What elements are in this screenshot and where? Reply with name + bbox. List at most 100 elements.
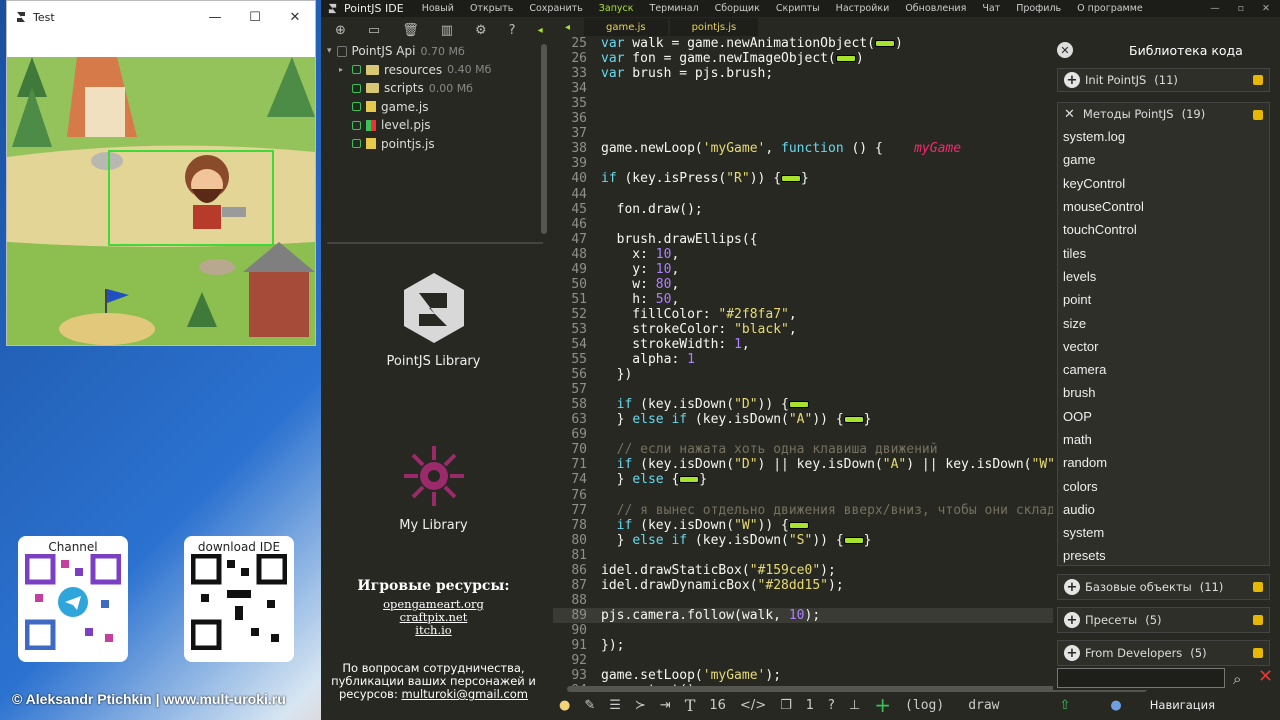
menu-item[interactable]: Сохранить	[529, 3, 582, 14]
method-item[interactable]: touchControl	[1058, 218, 1269, 241]
tab-game-js[interactable]: game.js	[584, 18, 668, 36]
method-item[interactable]: keyControl	[1058, 172, 1269, 195]
new-file-icon[interactable]: ⊕	[335, 23, 346, 38]
line-number: 35	[571, 96, 587, 112]
tree-item-pjs[interactable]: level.pjs	[321, 116, 546, 135]
navigation-button[interactable]: Навигация	[1150, 698, 1215, 712]
tab-scroll-left-icon[interactable]: ◂	[553, 18, 582, 36]
line-number: 70	[571, 442, 587, 458]
menu-item[interactable]: Обновления	[905, 3, 966, 14]
method-item[interactable]: system.log	[1058, 125, 1269, 148]
pin-icon[interactable]: ⊥	[849, 698, 860, 713]
theme-toggle-icon[interactable]: ●	[559, 698, 570, 713]
library-group[interactable]: + From Developers (5)	[1057, 640, 1270, 666]
method-item[interactable]: math	[1058, 428, 1269, 451]
my-library-block[interactable]: My Library	[321, 438, 546, 533]
download-qr-card[interactable]: download IDE	[184, 536, 294, 662]
tree-item-folder[interactable]: ▸ resources 0.40 Мб	[321, 61, 546, 80]
code-library-panel: ✕ Библиотека кода + Init PointJS (11) ✕ …	[1053, 36, 1280, 690]
method-item[interactable]: size	[1058, 311, 1269, 334]
edit-icon[interactable]: ✎	[584, 698, 595, 713]
windows-icon[interactable]: ❐	[780, 698, 792, 713]
book-icon[interactable]: ▥	[441, 23, 453, 38]
method-item[interactable]: tiles	[1058, 241, 1269, 264]
maximize-button[interactable]: ☐	[235, 1, 275, 33]
method-item[interactable]: OOP	[1058, 405, 1269, 428]
method-item[interactable]: audio	[1058, 498, 1269, 521]
code-text: var fon = game.newImageObject()	[601, 51, 864, 67]
code-text: // если нажата хоть одна клавиша движени…	[616, 442, 938, 458]
menu-item[interactable]: Сборщик	[715, 3, 760, 14]
ide-maximize-button[interactable]: ▫	[1238, 3, 1244, 14]
method-item[interactable]: point	[1058, 288, 1269, 311]
library-group[interactable]: + Пресеты (5)	[1057, 607, 1270, 633]
align-icon[interactable]: ⇥	[660, 698, 671, 713]
close-library-icon[interactable]: ✕	[1057, 42, 1073, 58]
menu-item[interactable]: Скрипты	[776, 3, 820, 14]
help-icon[interactable]: ?	[509, 23, 516, 38]
terminal-log-icon[interactable]: ≻	[635, 698, 646, 713]
method-item[interactable]: colors	[1058, 474, 1269, 497]
group-init-pointjs[interactable]: + Init PointJS (11)	[1057, 68, 1270, 92]
new-folder-icon[interactable]: ▭	[368, 23, 380, 38]
search-word[interactable]: draw	[968, 698, 999, 713]
contact-email-link[interactable]: multuroki@gmail.com	[401, 687, 528, 701]
expand-plus-icon: +	[1064, 645, 1080, 661]
library-group[interactable]: + Базовые объекты (11)	[1057, 574, 1270, 600]
method-item[interactable]: camera	[1058, 358, 1269, 381]
tab-pointjs-js[interactable]: pointjs.js	[669, 18, 759, 36]
add-icon[interactable]: +	[874, 693, 891, 717]
menu-item[interactable]: Новый	[422, 3, 454, 14]
method-item[interactable]: game	[1058, 148, 1269, 171]
microphone-icon[interactable]: ●	[1110, 698, 1121, 713]
method-item[interactable]: system	[1058, 521, 1269, 544]
pointjs-library-block[interactable]: PointJS Library	[321, 268, 546, 369]
menu-item[interactable]: Запуск	[599, 3, 634, 14]
menu-item[interactable]: О программе	[1077, 3, 1143, 14]
method-item[interactable]: levels	[1058, 265, 1269, 288]
game-canvas[interactable]	[7, 57, 315, 345]
font-icon[interactable]: T	[685, 696, 696, 715]
method-item[interactable]: vector	[1058, 335, 1269, 358]
close-button[interactable]: ✕	[275, 1, 315, 33]
methods-header[interactable]: ✕ Методы PointJS (19)	[1058, 103, 1269, 125]
line-number: 87	[571, 577, 587, 593]
ide-minimize-button[interactable]: —	[1210, 3, 1220, 14]
line-number: 47	[571, 231, 587, 247]
panel-divider[interactable]	[327, 242, 543, 244]
menu-item[interactable]: Терминал	[650, 3, 699, 14]
search-icon[interactable]: ⌕	[1233, 670, 1241, 688]
test-window-titlebar[interactable]: Test — ☐ ✕	[7, 1, 315, 33]
method-item[interactable]: random	[1058, 451, 1269, 474]
method-item[interactable]: brush	[1058, 381, 1269, 404]
library-search-input[interactable]	[1057, 668, 1225, 688]
help-circle-icon[interactable]: ?	[828, 698, 835, 713]
unlock-icon	[352, 120, 361, 130]
trash-icon[interactable]: 🗑	[402, 23, 419, 38]
tree-item-js[interactable]: game.js	[321, 98, 546, 117]
menu-item[interactable]: Открыть	[470, 3, 513, 14]
gear-icon[interactable]: ⚙	[475, 23, 487, 38]
settings-sliders-icon[interactable]: ☰	[609, 698, 621, 713]
resource-link-itch[interactable]: itch.io	[321, 624, 546, 637]
minimize-button[interactable]: —	[195, 1, 235, 33]
ide-close-button[interactable]: ✕	[1262, 3, 1270, 14]
code-icon[interactable]: </>	[740, 698, 766, 713]
menu-item[interactable]: Чат	[982, 3, 1000, 14]
channel-qr-card[interactable]: Channel	[18, 536, 128, 662]
collapse-icon[interactable]: ◂	[538, 25, 543, 36]
menu-bar: PointJS IDE Новый Открыть Сохранить Запуск Т…	[321, 0, 1280, 17]
log-button[interactable]: (log)	[905, 698, 944, 713]
font-size-value[interactable]: 16	[709, 698, 726, 713]
tree-item-folder[interactable]: scripts 0.00 Мб	[321, 79, 546, 98]
method-item[interactable]: mouseControl	[1058, 195, 1269, 218]
up-arrow-icon[interactable]: ⇧	[1060, 698, 1071, 713]
clear-search-icon[interactable]: ✕	[1258, 666, 1273, 687]
menu-item[interactable]: Настройки	[836, 3, 890, 14]
menu-item[interactable]: Профиль	[1016, 3, 1061, 14]
code-text: strokeWidth: 1,	[601, 337, 750, 352]
line-number: 26	[571, 51, 587, 67]
method-item[interactable]: presets	[1058, 544, 1269, 567]
tree-root[interactable]: ▾ PointJS Api 0.70 Мб	[321, 42, 546, 61]
tree-item-js[interactable]: pointjs.js	[321, 135, 546, 154]
